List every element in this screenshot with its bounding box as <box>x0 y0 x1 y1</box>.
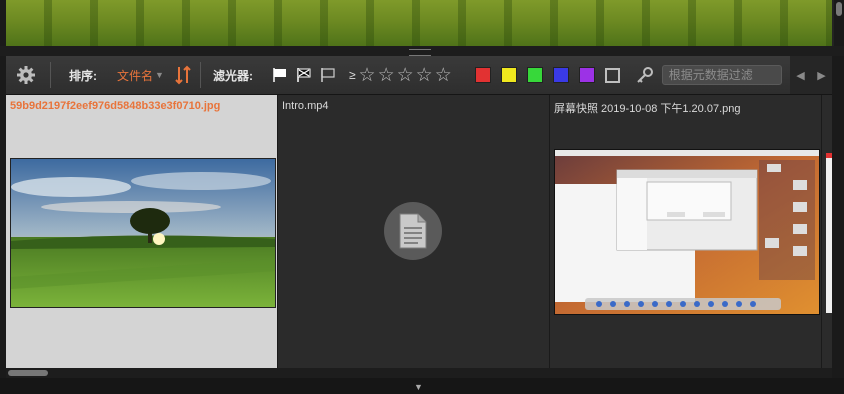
preview-strip <box>6 0 832 47</box>
star-icon[interactable]: ☆ <box>435 66 452 85</box>
color-label-none[interactable] <box>604 67 620 83</box>
rating-comparator[interactable]: ≥ <box>349 68 356 82</box>
panel-splitter[interactable] <box>0 46 844 56</box>
gear-icon[interactable] <box>14 63 38 87</box>
grid-scrollbar[interactable] <box>6 368 832 378</box>
star-icon[interactable]: ☆ <box>397 66 414 85</box>
flag-picked-icon[interactable] <box>271 66 289 84</box>
filter-label: 滤光器: <box>212 68 253 83</box>
star-icon[interactable]: ☆ <box>416 66 433 85</box>
chevron-right-icon[interactable]: ▶ <box>817 69 825 82</box>
color-label-yellow[interactable] <box>500 67 517 83</box>
filter-toolbar: 排序: 文件名 ▼ 滤光器: ≥ ☆ ☆ ☆ ☆ ☆ ◀ ▶ <box>6 56 832 95</box>
right-edge <box>832 56 844 378</box>
color-label-green[interactable] <box>526 67 543 83</box>
file-cell-partial[interactable] <box>822 95 832 368</box>
file-thumbnail[interactable] <box>554 149 820 315</box>
file-cell[interactable]: Intro.mp4 <box>278 95 550 368</box>
sort-label: 排序: <box>69 68 97 83</box>
file-thumbnail[interactable] <box>10 158 276 308</box>
splitter-grip-icon[interactable] <box>409 49 431 56</box>
star-icon[interactable]: ☆ <box>359 66 376 85</box>
preview-scrollbar-thumb[interactable] <box>836 2 842 16</box>
bottom-bar: ▼ <box>0 378 844 394</box>
flag-rejected-icon[interactable] <box>295 66 313 84</box>
toolbar-divider <box>50 62 51 88</box>
file-name: 59b9d2197f2eef976d5848b33e3f0710.jpg <box>10 100 221 112</box>
toolbar-divider <box>199 62 201 88</box>
file-name: 屏幕快照 2019-10-08 下午1.20.07.png <box>554 103 741 115</box>
toolbar-nav: ◀ ▶ <box>790 56 832 94</box>
sort-direction-icon[interactable] <box>174 64 192 86</box>
star-icon[interactable]: ☆ <box>378 66 395 85</box>
metadata-search-input[interactable] <box>661 65 782 85</box>
preview-scrollbar[interactable] <box>834 0 844 46</box>
color-label-purple[interactable] <box>578 67 595 83</box>
file-cell[interactable]: 59b9d2197f2eef976d5848b33e3f0710.jpg <box>6 95 278 368</box>
flag-unflagged-icon[interactable] <box>319 66 337 84</box>
document-icon[interactable] <box>384 202 442 260</box>
file-grid: 59b9d2197f2eef976d5848b33e3f0710.jpg Int… <box>6 95 832 368</box>
sort-field-dropdown[interactable]: 文件名 <box>117 67 153 84</box>
chevron-down-icon[interactable]: ▼ <box>155 70 164 80</box>
grid-scrollbar-thumb[interactable] <box>8 370 48 376</box>
file-name: Intro.mp4 <box>282 100 329 112</box>
color-label-blue[interactable] <box>552 67 569 83</box>
file-cell[interactable]: 屏幕快照 2019-10-08 下午1.20.07.png <box>550 95 822 368</box>
chevron-left-icon[interactable]: ◀ <box>796 69 804 82</box>
color-label-red[interactable] <box>474 67 491 83</box>
key-icon[interactable] <box>636 66 654 84</box>
collapse-down-icon[interactable]: ▼ <box>414 382 423 392</box>
